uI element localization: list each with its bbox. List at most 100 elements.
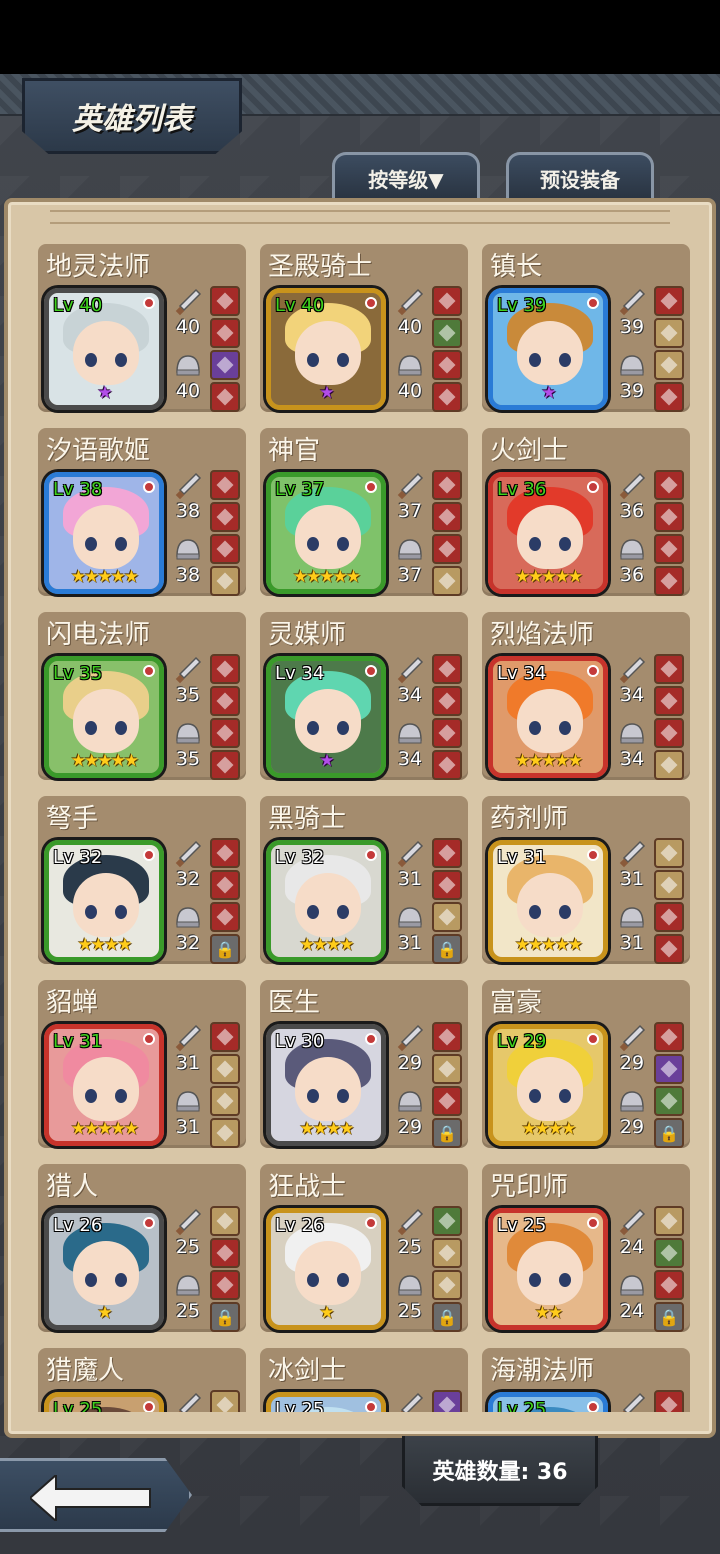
equipment-slot[interactable] [654, 382, 684, 412]
equipment-slot[interactable] [654, 934, 684, 964]
hero-portrait[interactable]: Lv 31 ★★★★★ [488, 840, 608, 962]
hero-portrait[interactable]: Lv 35 ★★★★★ [44, 656, 164, 778]
equipment-slot[interactable] [432, 1022, 462, 1052]
equipment-slot[interactable] [210, 718, 240, 748]
equipment-slot[interactable] [210, 1270, 240, 1300]
equipment-slot[interactable] [210, 1390, 240, 1412]
hero-portrait[interactable]: Lv 40 ★ [44, 288, 164, 410]
equipment-slot[interactable] [432, 838, 462, 868]
equipment-slot[interactable] [210, 870, 240, 900]
locked-slot-icon[interactable]: 🔒 [432, 934, 462, 964]
locked-slot-icon[interactable]: 🔒 [654, 1302, 684, 1332]
preset-equipment-tab[interactable]: 预设装备 [506, 152, 654, 202]
hero-card[interactable]: 药剂师 Lv 31 ★★★★★ 31 31 [482, 796, 690, 964]
hero-card[interactable]: 貂蝉 Lv 31 ★★★★★ 31 31 [38, 980, 246, 1148]
equipment-slot[interactable] [210, 1118, 240, 1148]
hero-card[interactable]: 烈焰法师 Lv 34 ★★★★★ 34 34 [482, 612, 690, 780]
equipment-slot[interactable] [432, 286, 462, 316]
equipment-slot[interactable] [210, 838, 240, 868]
hero-portrait[interactable]: Lv 37 ★★★★★ [266, 472, 386, 594]
equipment-slot[interactable] [210, 686, 240, 716]
equipment-slot[interactable] [210, 566, 240, 596]
hero-card[interactable]: 地灵法师 Lv 40 ★ 40 40 [38, 244, 246, 412]
hero-card[interactable]: 神官 Lv 37 ★★★★★ 37 37 [260, 428, 468, 596]
hero-card[interactable]: 镇长 Lv 39 ★ 39 39 [482, 244, 690, 412]
equipment-slot[interactable] [654, 1022, 684, 1052]
hero-card[interactable]: 海潮法师 Lv 25 [482, 1348, 690, 1412]
hero-portrait[interactable]: Lv 32 ★★★★ [44, 840, 164, 962]
equipment-slot[interactable] [432, 1206, 462, 1236]
locked-slot-icon[interactable]: 🔒 [654, 1118, 684, 1148]
equipment-slot[interactable] [432, 902, 462, 932]
equipment-slot[interactable] [654, 750, 684, 780]
equipment-slot[interactable] [654, 870, 684, 900]
equipment-slot[interactable] [432, 1238, 462, 1268]
equipment-slot[interactable] [432, 502, 462, 532]
equipment-slot[interactable] [210, 1206, 240, 1236]
equipment-slot[interactable] [432, 718, 462, 748]
equipment-slot[interactable] [654, 902, 684, 932]
equipment-slot[interactable] [654, 534, 684, 564]
equipment-slot[interactable] [432, 566, 462, 596]
hero-card[interactable]: 冰剑士 Lv 25 [260, 1348, 468, 1412]
hero-card[interactable]: 猎魔人 Lv 25 [38, 1348, 246, 1412]
equipment-slot[interactable] [654, 318, 684, 348]
hero-card[interactable]: 医生 Lv 30 ★★★★ 29 29 🔒 [260, 980, 468, 1148]
equipment-slot[interactable] [654, 286, 684, 316]
hero-portrait[interactable]: Lv 30 ★★★★ [266, 1024, 386, 1146]
equipment-slot[interactable] [654, 1054, 684, 1084]
hero-portrait[interactable]: Lv 26 ★ [44, 1208, 164, 1330]
hero-card[interactable]: 弩手 Lv 32 ★★★★ 32 32 🔒 [38, 796, 246, 964]
equipment-slot[interactable] [432, 534, 462, 564]
equipment-slot[interactable] [432, 1086, 462, 1116]
sort-by-level-tab[interactable]: 按等级▼ [332, 152, 480, 202]
hero-portrait[interactable]: Lv 25 [488, 1392, 608, 1412]
equipment-slot[interactable] [210, 1054, 240, 1084]
equipment-slot[interactable] [432, 750, 462, 780]
hero-portrait[interactable]: Lv 32 ★★★★ [266, 840, 386, 962]
equipment-slot[interactable] [210, 1238, 240, 1268]
equipment-slot[interactable] [210, 1086, 240, 1116]
equipment-slot[interactable] [210, 502, 240, 532]
hero-portrait[interactable]: Lv 31 ★★★★★ [44, 1024, 164, 1146]
equipment-slot[interactable] [432, 1270, 462, 1300]
hero-portrait[interactable]: Lv 34 ★★★★★ [488, 656, 608, 778]
equipment-slot[interactable] [432, 686, 462, 716]
hero-portrait[interactable]: Lv 25 ★★ [488, 1208, 608, 1330]
equipment-slot[interactable] [432, 870, 462, 900]
equipment-slot[interactable] [654, 1238, 684, 1268]
equipment-slot[interactable] [654, 1086, 684, 1116]
hero-portrait[interactable]: Lv 40 ★ [266, 288, 386, 410]
hero-portrait[interactable]: Lv 26 ★ [266, 1208, 386, 1330]
equipment-slot[interactable] [210, 470, 240, 500]
equipment-slot[interactable] [654, 1390, 684, 1412]
equipment-slot[interactable] [210, 318, 240, 348]
hero-card[interactable]: 闪电法师 Lv 35 ★★★★★ 35 35 [38, 612, 246, 780]
equipment-slot[interactable] [432, 382, 462, 412]
equipment-slot[interactable] [210, 350, 240, 380]
locked-slot-icon[interactable]: 🔒 [432, 1302, 462, 1332]
equipment-slot[interactable] [432, 470, 462, 500]
hero-card[interactable]: 猎人 Lv 26 ★ 25 25 🔒 [38, 1164, 246, 1332]
equipment-slot[interactable] [654, 1270, 684, 1300]
equipment-slot[interactable] [210, 902, 240, 932]
locked-slot-icon[interactable]: 🔒 [210, 1302, 240, 1332]
equipment-slot[interactable] [432, 350, 462, 380]
hero-card[interactable]: 富豪 Lv 29 ★★★★ 29 29 🔒 [482, 980, 690, 1148]
equipment-slot[interactable] [210, 654, 240, 684]
equipment-slot[interactable] [654, 470, 684, 500]
equipment-slot[interactable] [654, 502, 684, 532]
equipment-slot[interactable] [210, 382, 240, 412]
equipment-slot[interactable] [654, 686, 684, 716]
hero-portrait[interactable]: Lv 29 ★★★★ [488, 1024, 608, 1146]
hero-card[interactable]: 火剑士 Lv 36 ★★★★★ 36 36 [482, 428, 690, 596]
locked-slot-icon[interactable]: 🔒 [432, 1118, 462, 1148]
equipment-slot[interactable] [210, 534, 240, 564]
equipment-slot[interactable] [432, 1054, 462, 1084]
equipment-slot[interactable] [210, 750, 240, 780]
hero-card[interactable]: 黑骑士 Lv 32 ★★★★ 31 31 🔒 [260, 796, 468, 964]
equipment-slot[interactable] [210, 1022, 240, 1052]
back-button[interactable] [0, 1458, 192, 1532]
equipment-slot[interactable] [654, 838, 684, 868]
hero-grid[interactable]: 地灵法师 Lv 40 ★ 40 40 圣殿骑士 Lv 40 ★ 40 40 镇长… [32, 238, 696, 1412]
